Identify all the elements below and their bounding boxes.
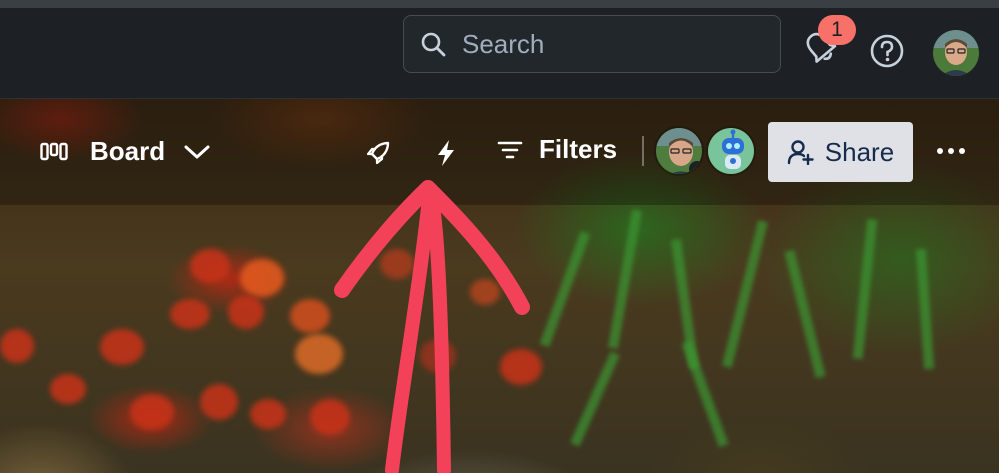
board-view-label: Board <box>90 136 166 166</box>
search-icon <box>421 32 446 57</box>
board-view-switcher[interactable]: Board <box>40 136 211 167</box>
automation-bot-avatar[interactable] <box>706 126 756 176</box>
power-ups-rocket-icon[interactable] <box>364 139 392 167</box>
header-divider <box>642 136 644 166</box>
share-button[interactable]: Share <box>768 122 913 182</box>
chevron-down-icon <box>184 145 210 158</box>
automation-bolt-icon[interactable] <box>434 138 458 168</box>
board-view-icon <box>40 142 68 160</box>
user-avatar[interactable] <box>933 30 979 76</box>
member-avatar[interactable] <box>654 126 704 176</box>
notification-count-badge: 1 <box>818 15 856 45</box>
help-icon[interactable] <box>868 32 906 70</box>
filters-label: Filters <box>539 134 618 164</box>
add-person-icon <box>787 140 814 165</box>
more-icon[interactable] <box>935 140 967 162</box>
screen: Search 1 Board Filters Share <box>0 0 999 473</box>
search-input[interactable]: Search <box>403 15 781 73</box>
share-label: Share <box>824 136 895 167</box>
search-placeholder: Search <box>462 28 545 59</box>
filter-icon <box>497 141 523 158</box>
filters-button[interactable]: Filters <box>497 134 617 165</box>
